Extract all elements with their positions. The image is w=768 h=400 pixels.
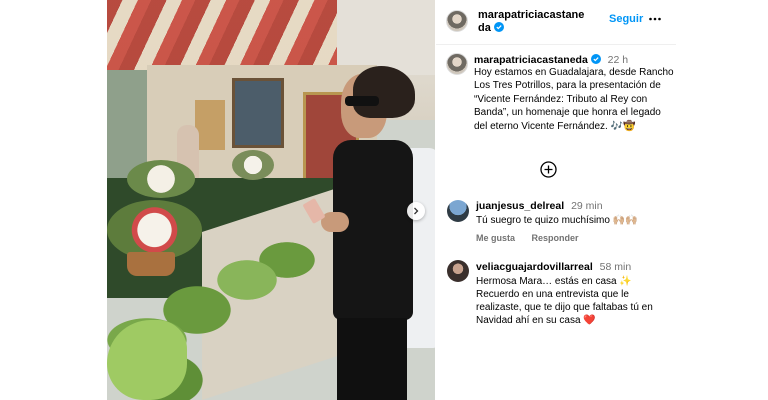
follow-button[interactable]: Seguir — [609, 13, 643, 25]
post-photo[interactable] — [107, 0, 435, 400]
avatar[interactable] — [447, 200, 469, 222]
header-username-block[interactable]: marapatriciacastaneda — [478, 9, 588, 35]
photo-flowers — [232, 150, 274, 180]
comment-like-button[interactable]: Me gusta — [476, 233, 515, 243]
add-circle-icon[interactable] — [540, 161, 557, 178]
avatar[interactable] — [446, 53, 468, 75]
comment-text: Tú suegro te quizo muchísimo 🙌🏼🙌🏼 — [476, 215, 638, 226]
chevron-right-icon — [414, 207, 419, 215]
post-side-panel: marapatriciacastaneda Seguir marapatrici… — [436, 0, 676, 400]
caption-header: marapatriciacastaneda 22 h — [474, 54, 628, 66]
instagram-post-window: marapatriciacastaneda Seguir marapatrici… — [0, 0, 768, 400]
comment-time: 58 min — [599, 261, 632, 273]
avatar[interactable] — [447, 260, 469, 282]
comment-actions: Me gusta Responder — [476, 233, 674, 243]
comment-item: juanjesus_delreal 29 min Tú suegro te qu… — [476, 200, 674, 243]
comment-header: veliacguajardovillarreal 58 min — [476, 261, 674, 273]
caption-time[interactable]: 22 h — [608, 54, 628, 66]
photo-flowers — [127, 160, 195, 198]
more-options-icon[interactable] — [648, 12, 662, 26]
comment-text: Hermosa Mara… estás en casa ✨ Recuerdo e… — [476, 276, 653, 326]
verified-badge-icon — [493, 22, 504, 32]
next-photo-button[interactable] — [407, 202, 425, 220]
photo-leaf — [107, 320, 187, 400]
comment-item: veliacguajardovillarreal 58 min Hermosa … — [476, 261, 674, 327]
caption-text: Hoy estamos en Guadalajara, desde Rancho… — [474, 67, 674, 132]
photo-woman-hands — [321, 212, 349, 232]
photo-altar-painting — [232, 78, 284, 148]
comment-header: juanjesus_delreal 29 min — [476, 200, 674, 212]
comment-username[interactable]: veliacguajardovillarreal — [476, 261, 593, 273]
comment-reply-button[interactable]: Responder — [532, 233, 579, 243]
comment-time: 29 min — [571, 200, 603, 212]
verified-badge-icon — [590, 54, 601, 64]
comment-username[interactable]: juanjesus_delreal — [476, 200, 564, 212]
photo-roof — [337, 0, 435, 75]
post-header: marapatriciacastaneda Seguir — [436, 0, 676, 44]
photo-woman-pants — [337, 318, 407, 400]
avatar[interactable] — [446, 10, 468, 32]
header-divider — [436, 44, 676, 45]
photo-sunglasses — [345, 96, 379, 106]
caption-username[interactable]: marapatriciacastaneda — [474, 54, 588, 66]
photo-altar-small — [195, 100, 225, 150]
